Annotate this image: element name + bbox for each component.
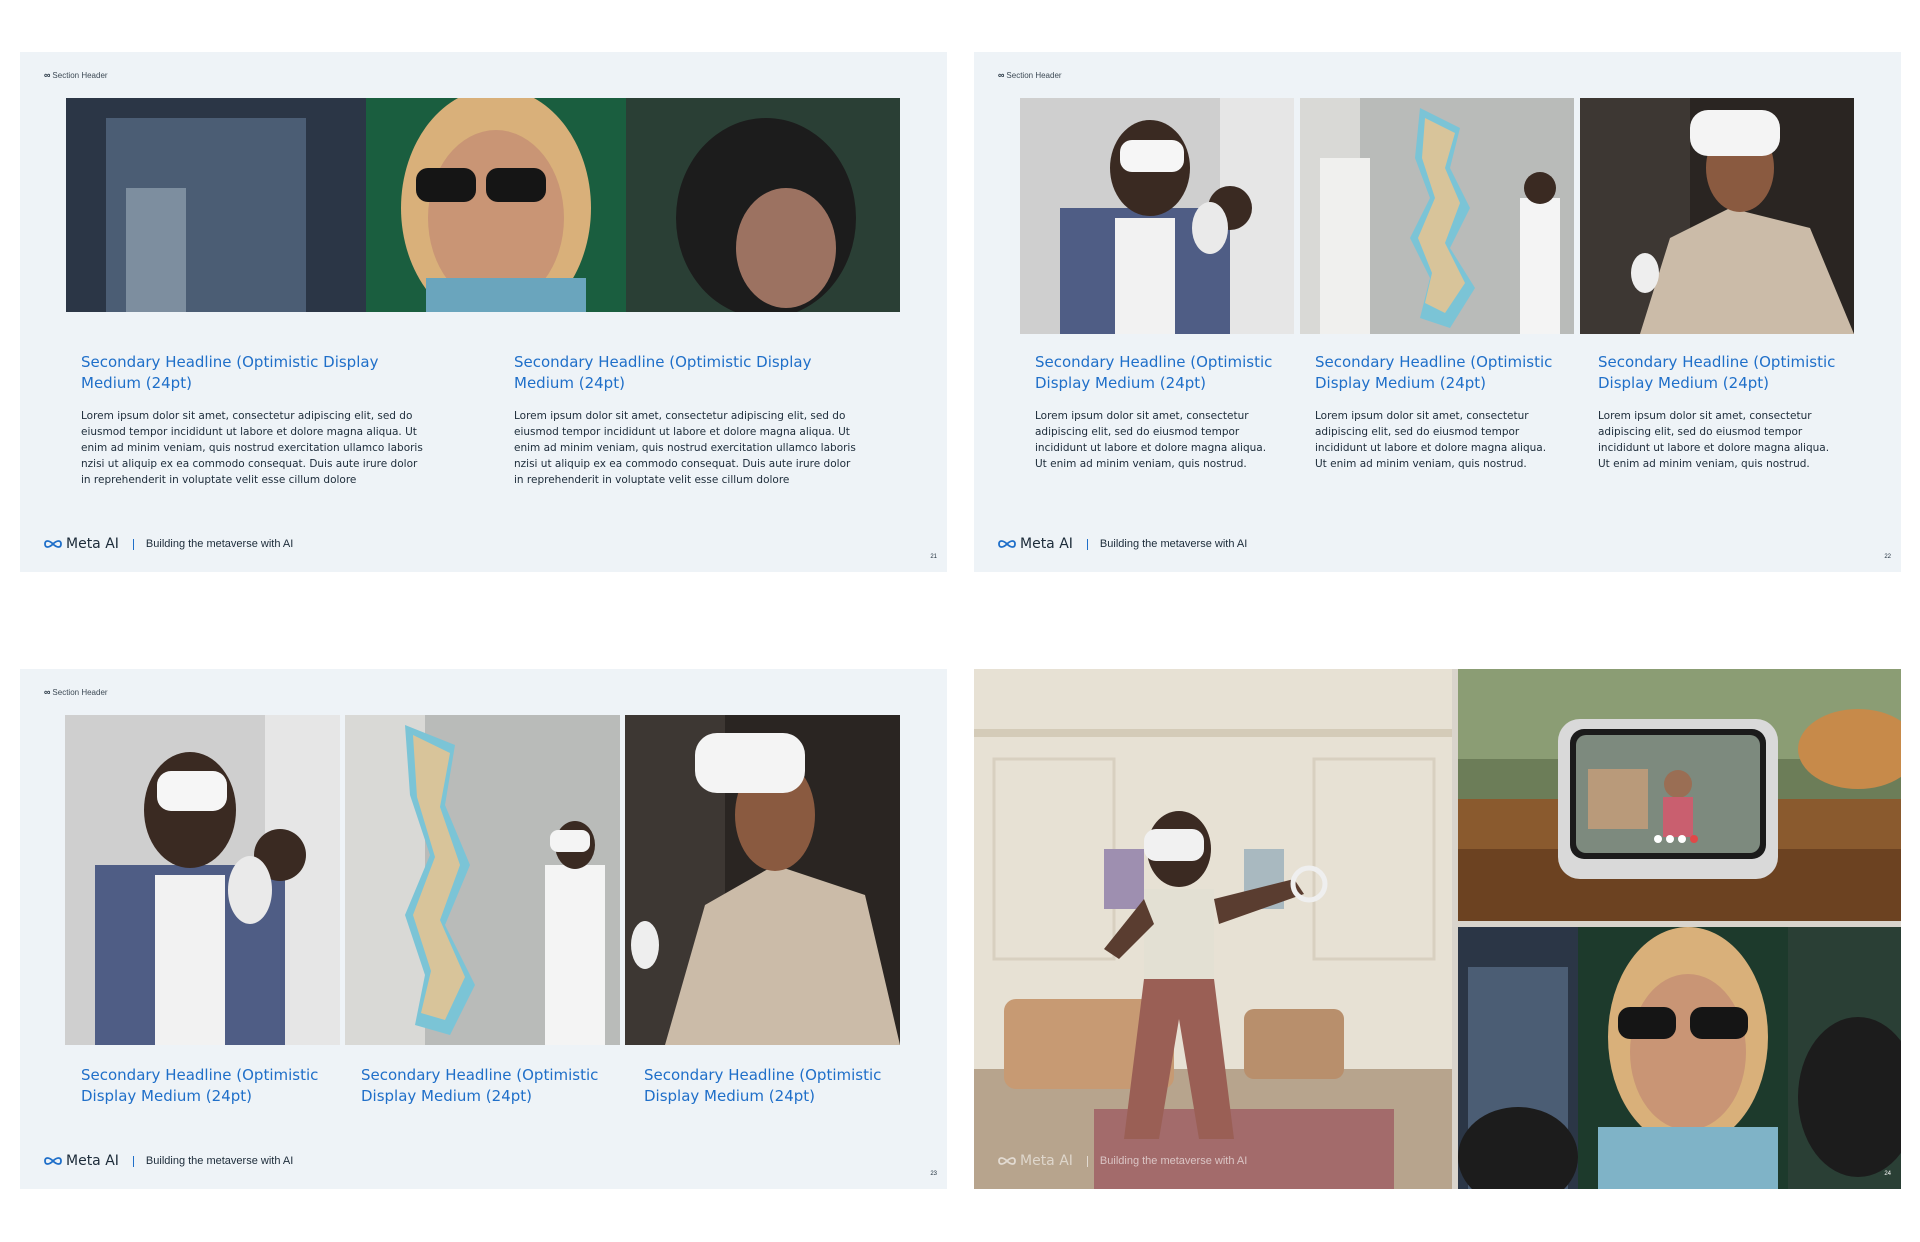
tagline: Building the metaverse with AI xyxy=(145,1155,294,1167)
secondary-headline-1: Secondary Headline (Optimistic Display M… xyxy=(81,353,379,392)
slide-24: Meta AI Building the metaverse with AI 2… xyxy=(974,669,1901,1189)
photo-portal-video-call-device xyxy=(1458,669,1901,921)
page-number: 24 xyxy=(1884,1171,1891,1177)
section-header: ∞ Section Header xyxy=(44,687,108,697)
section-header: ∞ Section Header xyxy=(44,70,108,80)
footer: Meta AI Building the metaverse with AI xyxy=(998,536,1247,552)
tagline: Building the metaverse with AI xyxy=(1099,538,1248,550)
photo-vr-boxing-man xyxy=(65,715,340,1045)
photo-vr-holographic-spine xyxy=(1300,98,1574,334)
footer: Meta AI Building the metaverse with AI xyxy=(998,1153,1247,1169)
meta-logo: Meta AI xyxy=(998,1153,1073,1169)
secondary-headline-1: Secondary Headline (Optimistic Display M… xyxy=(1035,353,1273,392)
secondary-headline-3: Secondary Headline (Optimistic Display M… xyxy=(644,1066,882,1105)
photo-vr-woman-sweater xyxy=(1580,98,1854,334)
body-text-2: Lorem ipsum dolor sit amet, consectetur … xyxy=(514,410,856,486)
page-number: 21 xyxy=(930,554,937,560)
slide-23: ∞ Section Header Secondary Headline (Opt… xyxy=(20,669,947,1189)
footer: Meta AI Building the metaverse with AI xyxy=(44,536,293,552)
meta-infinity-icon xyxy=(44,1157,62,1165)
body-text-2: Lorem ipsum dolor sit amet, consectetur … xyxy=(1315,410,1547,470)
body-text-3: Lorem ipsum dolor sit amet, consectetur … xyxy=(1598,410,1830,470)
tagline: Building the metaverse with AI xyxy=(145,538,294,550)
meta-infinity-icon xyxy=(998,1157,1016,1165)
meta-infinity-icon xyxy=(44,540,62,548)
section-header: ∞ Section Header xyxy=(998,70,1062,80)
slide-22: ∞ Section Header Secondary Headline (Opt… xyxy=(974,52,1901,572)
body-text-1: Lorem ipsum dolor sit amet, consectetur … xyxy=(1035,410,1267,470)
page-number: 23 xyxy=(930,1171,937,1177)
photo-vr-living-room xyxy=(974,669,1452,1189)
footer-divider xyxy=(1086,538,1088,550)
body-text-1: Lorem ipsum dolor sit amet, consectetur … xyxy=(81,410,423,486)
meta-logo: Meta AI xyxy=(44,1153,119,1169)
secondary-headline-2: Secondary Headline (Optimistic Display M… xyxy=(361,1066,599,1105)
photo-vr-holographic-spine xyxy=(345,715,620,1045)
slide-21: ∞ Section Header Secondary Headline (Opt… xyxy=(20,52,947,572)
page-number: 22 xyxy=(1884,554,1891,560)
photo-woman-smart-glasses xyxy=(1458,927,1901,1189)
photo-vr-woman-sweater xyxy=(625,715,900,1045)
photo-vr-boxing-man xyxy=(1020,98,1294,334)
meta-mini-logo-icon: ∞ xyxy=(44,687,51,697)
secondary-headline-3: Secondary Headline (Optimistic Display M… xyxy=(1598,353,1836,392)
meta-mini-logo-icon: ∞ xyxy=(998,70,1005,80)
secondary-headline-2: Secondary Headline (Optimistic Display M… xyxy=(514,353,812,392)
photo-woman-smart-glasses xyxy=(66,98,900,312)
meta-logo: Meta AI xyxy=(44,536,119,552)
meta-infinity-icon xyxy=(998,540,1016,548)
secondary-headline-2: Secondary Headline (Optimistic Display M… xyxy=(1315,353,1553,392)
secondary-headline-1: Secondary Headline (Optimistic Display M… xyxy=(81,1066,319,1105)
tagline: Building the metaverse with AI xyxy=(1099,1155,1248,1167)
footer: Meta AI Building the metaverse with AI xyxy=(44,1153,293,1169)
footer-divider xyxy=(132,538,134,550)
footer-divider xyxy=(132,1155,134,1167)
meta-mini-logo-icon: ∞ xyxy=(44,70,51,80)
footer-divider xyxy=(1086,1155,1088,1167)
meta-logo: Meta AI xyxy=(998,536,1073,552)
